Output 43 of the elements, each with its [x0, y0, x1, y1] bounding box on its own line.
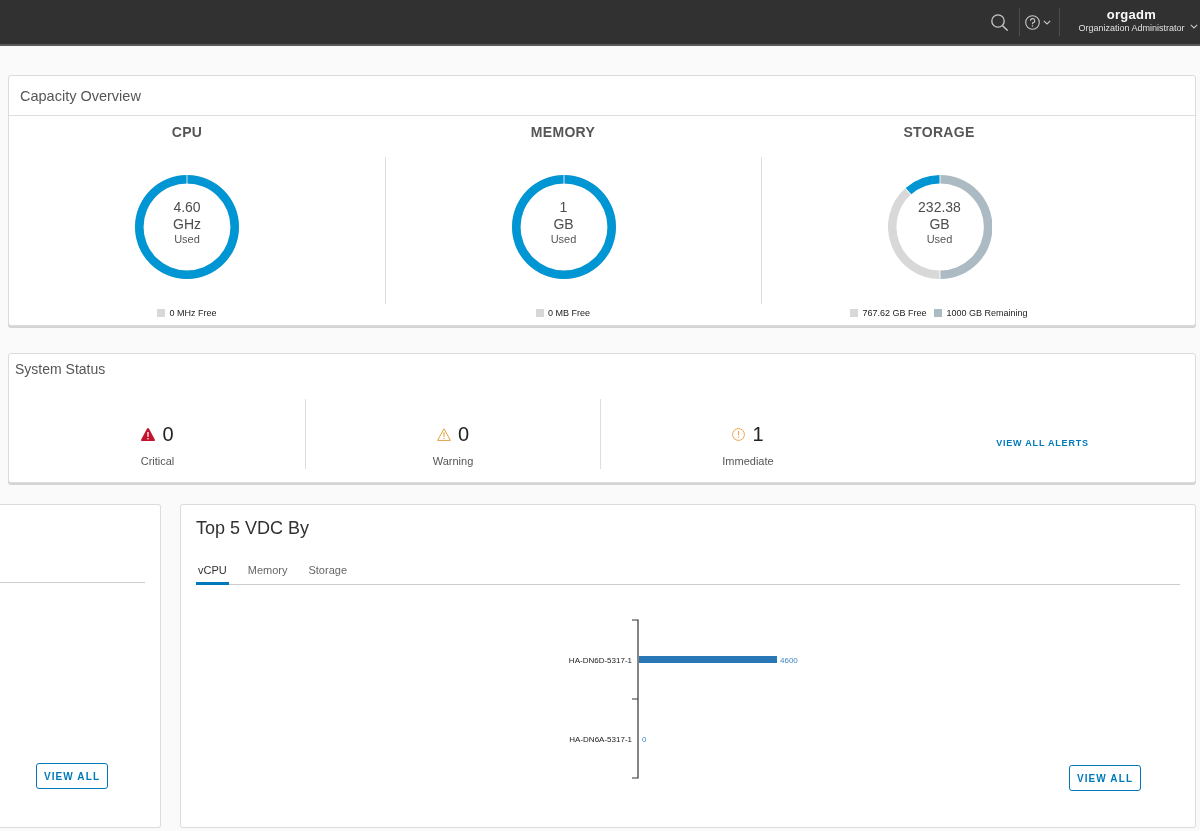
panel-title: CPU	[171, 123, 203, 141]
panel-title: MEMORY	[530, 123, 596, 141]
legend-label: 1000 GB Remaining	[946, 307, 1028, 319]
category-label: HA-DN6D-5317-1	[568, 655, 632, 665]
used-value: 232.38	[918, 199, 961, 216]
tab[interactable]: vCPU	[196, 559, 229, 585]
alert-label: Warning	[432, 454, 474, 468]
used-label: Used	[926, 233, 953, 246]
alert-count: 0	[162, 422, 174, 446]
exclamation-circle-icon	[732, 427, 746, 441]
caret-icon	[1190, 23, 1198, 29]
card-title: Top 5 VDC By	[196, 517, 310, 539]
data-label: 4600	[780, 655, 798, 665]
alert-label: Critical	[140, 454, 175, 468]
view-all-button[interactable]: VIEW ALL	[1069, 765, 1141, 791]
data-label: 0	[642, 734, 647, 744]
alert-label: Immediate	[722, 454, 774, 468]
category-label: HA-DN6A-5317-1	[569, 734, 632, 744]
legend-label: 767.62 GB Free	[862, 307, 927, 319]
user-menu[interactable]: orgadm Organization Administrator	[1060, 0, 1200, 44]
card-title: Capacity Overview	[20, 86, 141, 105]
used-unit: GHz	[173, 216, 201, 233]
used-unit: GB	[929, 216, 950, 233]
used-label: Used	[550, 233, 577, 246]
used-label: Used	[174, 233, 200, 246]
alert-count: 0	[457, 422, 470, 446]
legend-label: 0 MB Free	[548, 307, 590, 319]
used-value: 4.60	[173, 199, 201, 216]
warning-triangle-icon	[436, 427, 451, 441]
panel-title: STORAGE	[903, 123, 975, 141]
alert-count: 1	[752, 422, 764, 446]
tab[interactable]: Storage	[306, 559, 349, 585]
card-title: System Status	[15, 361, 106, 377]
caret-icon	[1043, 19, 1051, 25]
used-value: 1	[559, 199, 568, 216]
used-unit: GB	[553, 216, 574, 233]
help-icon	[1025, 14, 1040, 30]
tab[interactable]: Memory	[245, 559, 290, 585]
alert-triangle-icon	[141, 427, 156, 441]
view-all-alerts-link[interactable]: VIEW ALL ALERTS	[996, 437, 1089, 449]
view-all-button[interactable]: VIEW ALL	[36, 763, 108, 789]
search-icon	[990, 13, 1008, 31]
legend-label: 0 MHz Free	[169, 307, 217, 319]
